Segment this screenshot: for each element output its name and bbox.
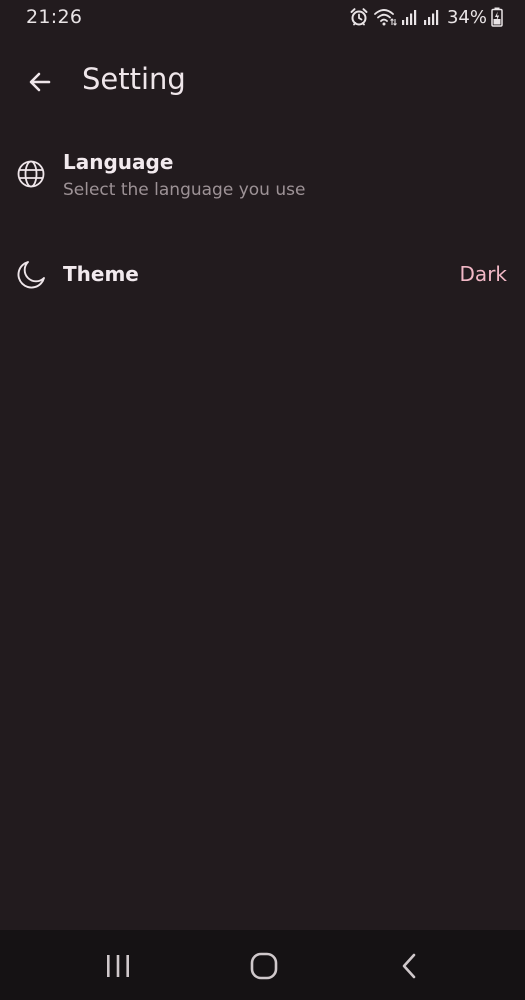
nav-back-button[interactable]	[388, 944, 432, 988]
back-button[interactable]	[18, 60, 62, 104]
setting-item-theme[interactable]: Theme Dark	[0, 246, 525, 306]
moon-icon	[14, 258, 48, 292]
arrow-left-icon	[29, 72, 51, 92]
recent-apps-icon	[107, 955, 129, 977]
recent-apps-button[interactable]	[96, 944, 140, 988]
settings-list: Language Select the language you use The…	[0, 140, 525, 306]
app-bar: Setting	[0, 48, 525, 116]
battery-charging-icon	[491, 7, 503, 27]
setting-title-theme: Theme	[63, 262, 139, 286]
battery-percentage: 34%	[446, 6, 487, 28]
signal-icon	[401, 8, 419, 26]
setting-item-language[interactable]: Language Select the language you use	[0, 140, 525, 216]
home-icon	[250, 952, 278, 980]
setting-subtitle-language: Select the language you use	[63, 180, 306, 200]
status-bar: 21:26 34%	[0, 0, 525, 36]
setting-title-language: Language	[63, 150, 174, 174]
status-icons: 34%	[349, 6, 503, 28]
globe-icon	[14, 157, 48, 191]
signal-icon	[423, 8, 441, 26]
back-icon	[402, 953, 416, 979]
home-button[interactable]	[242, 944, 286, 988]
page-title: Setting	[82, 62, 186, 96]
status-time: 21:26	[26, 6, 83, 28]
alarm-icon	[349, 7, 369, 27]
setting-value-theme: Dark	[459, 262, 507, 286]
navigation-bar	[0, 930, 525, 1000]
wifi-icon	[373, 7, 397, 27]
